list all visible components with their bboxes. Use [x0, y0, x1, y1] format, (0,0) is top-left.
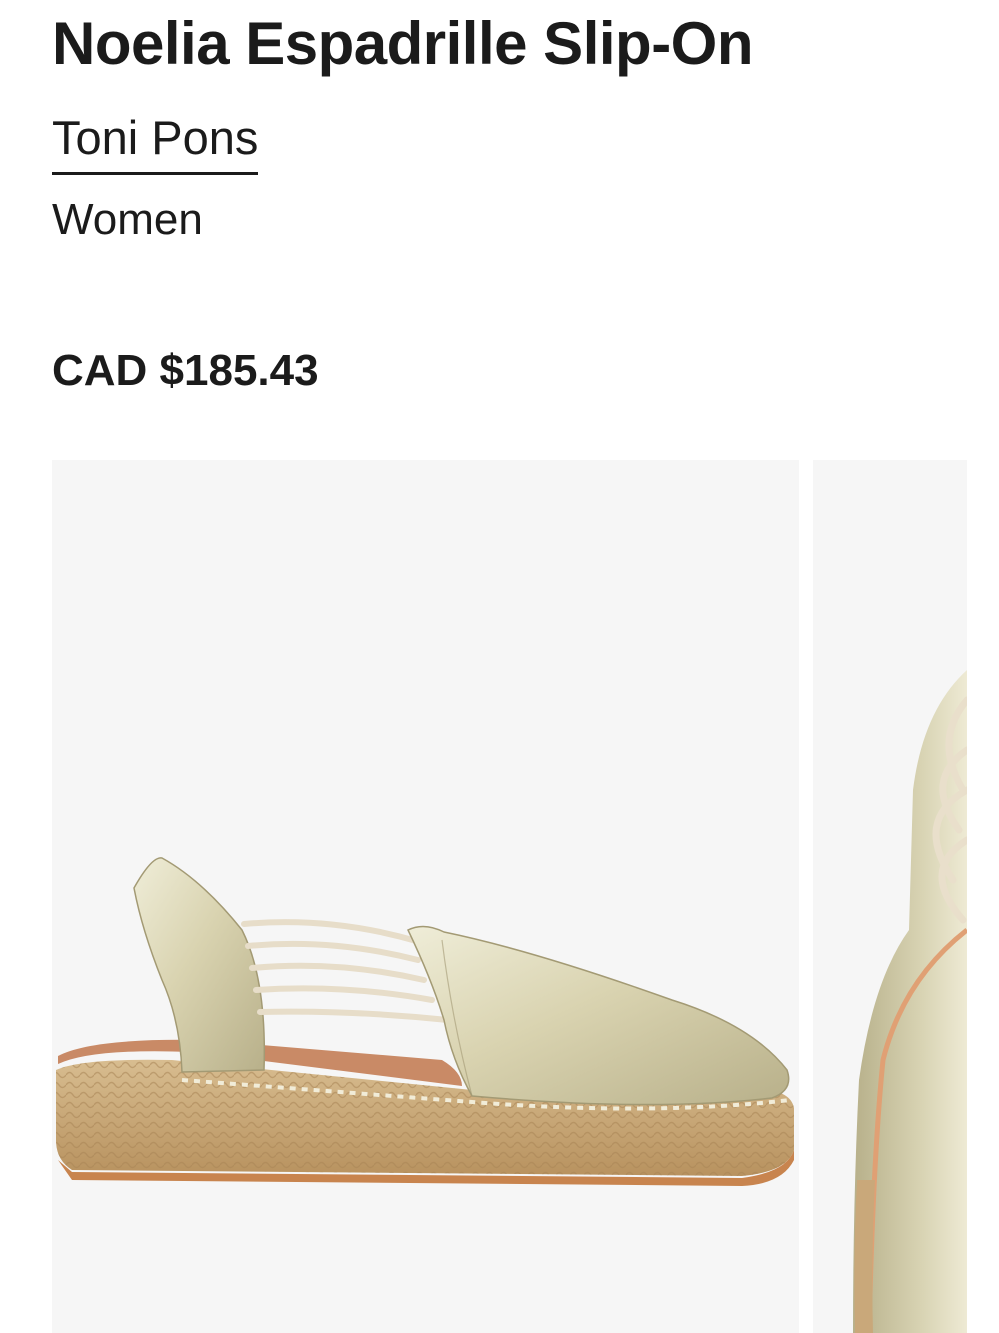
product-image-carousel[interactable]: [52, 460, 999, 1333]
product-price: CAD $185.43: [52, 346, 319, 395]
brand-link[interactable]: Toni Pons: [52, 108, 259, 175]
category-label: Women: [52, 195, 203, 244]
product-image-close-up[interactable]: [813, 460, 967, 1333]
product-title: Noelia Espadrille Slip-On: [52, 10, 754, 77]
product-image-side-view[interactable]: [52, 460, 799, 1333]
espadrille-side-illustration: [56, 857, 794, 1186]
espadrille-closeup-illustration: [853, 670, 967, 1333]
